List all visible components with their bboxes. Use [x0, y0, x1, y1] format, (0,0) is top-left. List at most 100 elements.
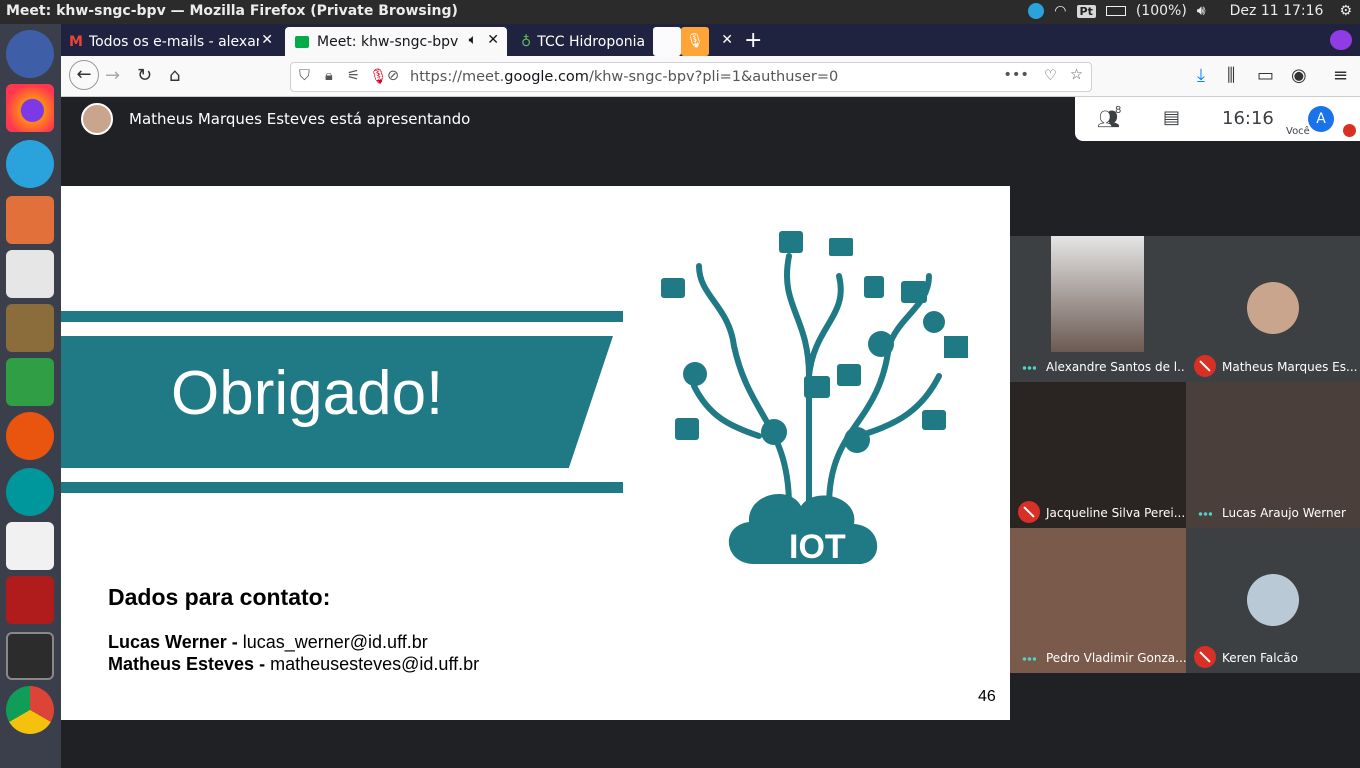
autoplay-blocked-icon[interactable]: ⊘	[387, 68, 399, 84]
lock-icon[interactable]: 🔒︎	[325, 68, 333, 84]
battery-text: (100%)	[1135, 3, 1187, 19]
private-browsing-icon	[1330, 30, 1352, 50]
firefox-sharing-icon	[653, 27, 681, 56]
app-icon[interactable]	[6, 412, 54, 460]
participant-name: Keren Falcão	[1222, 651, 1298, 665]
pocket-icon[interactable]: ♡	[1044, 68, 1057, 84]
contact-line: Matheus Esteves - matheusesteves@id.uff.…	[108, 653, 479, 675]
participant-name: Lucas Araujo Werner	[1222, 506, 1346, 520]
tab-label: Meet: khw-sngc-bpv	[317, 33, 459, 50]
iot-tree-graphic: IOT	[639, 226, 979, 586]
battery-icon[interactable]	[1105, 6, 1126, 16]
forward-button[interactable]: →	[105, 65, 120, 86]
os-top-bar: Meet: khw-sngc-bpv — Mozilla Firefox (Pr…	[0, 0, 1360, 24]
contact-name: Lucas Werner	[108, 632, 227, 652]
wifi-icon[interactable]: ◠	[1054, 3, 1066, 19]
speaking-indicator-icon	[1022, 366, 1036, 370]
arduino-icon[interactable]	[6, 468, 54, 516]
xfig-icon[interactable]	[6, 304, 54, 352]
contact-name: Matheus Esteves	[108, 654, 255, 674]
presenter-text: Matheus Marques Esteves está apresentand…	[129, 110, 471, 128]
chrome-icon[interactable]	[6, 686, 54, 734]
downloads-icon[interactable]: ⤓	[1197, 65, 1205, 86]
home-button[interactable]: ⌂	[169, 65, 180, 86]
close-tab-icon[interactable]: ✕	[721, 32, 733, 48]
tab-label: TCC Hidroponia -	[537, 33, 648, 50]
clock[interactable]: Dez 11 17:16	[1230, 3, 1324, 19]
audio-playing-icon[interactable]: 🔈︎	[469, 32, 477, 48]
back-button[interactable]: ←	[69, 60, 99, 90]
meet-call-view: Matheus Marques Esteves está apresentand…	[61, 97, 1360, 768]
terminal-icon[interactable]	[6, 632, 54, 680]
telegram-icon[interactable]	[6, 140, 54, 188]
participant-tile[interactable]: Matheus Marques Es...	[1186, 236, 1360, 382]
microphone-sharing-icon[interactable]: 🎙︎	[681, 27, 709, 56]
text-editor-icon[interactable]	[6, 250, 54, 298]
slide-page-number: 46	[978, 688, 996, 705]
reload-button[interactable]: ↻	[137, 65, 152, 86]
contact-separator: -	[226, 632, 243, 652]
system-menu-icon[interactable]: ⚙	[1339, 3, 1352, 19]
window-title: Meet: khw-sngc-bpv — Mozilla Firefox (Pr…	[6, 3, 458, 19]
self-avatar[interactable]: A	[1308, 106, 1334, 132]
account-icon[interactable]: ◉	[1291, 65, 1307, 86]
tab-tcc[interactable]: ♁ TCC Hidroponia - 🎙︎ ✕	[511, 27, 733, 56]
presentation-icon[interactable]	[6, 576, 54, 624]
tab-label: Todos os e-mails - alexan	[88, 33, 259, 50]
menu-icon[interactable]: ≡	[1333, 65, 1348, 86]
url-bar[interactable]: ⛉ 🔒︎ ⚟ 🎙︎ ⊘ https://meet.google.com/khw-…	[290, 62, 1092, 92]
keyboard-layout-indicator[interactable]: Pt	[1076, 4, 1096, 18]
tab-meet[interactable]: Meet: khw-sngc-bpv 🔈︎ ✕	[285, 27, 507, 56]
participant-tile[interactable]: Jacqueline Silva Perei...	[1010, 382, 1186, 528]
spreadsheet-icon[interactable]	[6, 358, 54, 406]
contact-separator: -	[254, 654, 271, 674]
mic-off-icon	[1018, 501, 1040, 523]
app-launcher	[0, 24, 61, 768]
sidebar-icon[interactable]: ▭	[1257, 65, 1274, 86]
ubuntu-dash-icon[interactable]	[6, 30, 54, 78]
tab-gmail[interactable]: M Todos os e-mails - alexan ✕	[61, 27, 281, 56]
tex-icon[interactable]	[6, 522, 54, 570]
participant-name: Pedro Vladimir Gonza...	[1046, 651, 1186, 665]
shield-icon[interactable]: ⛉	[299, 68, 310, 84]
chat-icon[interactable]: ▤	[1163, 107, 1180, 128]
slide-title: Obrigado!	[171, 359, 444, 428]
close-tab-icon[interactable]: ✕	[487, 32, 499, 48]
speaking-indicator-icon	[1022, 657, 1036, 661]
telegram-tray-icon[interactable]	[1028, 3, 1045, 19]
participant-tile[interactable]: Alexandre Santos de l...	[1010, 236, 1186, 382]
microphone-permission-icon[interactable]: 🎙︎	[369, 68, 387, 85]
slide-banner-top-stripe	[61, 311, 623, 322]
gmail-icon: M	[69, 33, 83, 50]
participant-name: Jacqueline Silva Perei...	[1046, 506, 1186, 520]
participant-avatar	[1247, 282, 1299, 334]
page-actions-icon[interactable]: •••	[1003, 67, 1029, 83]
participant-name: Matheus Marques Es...	[1222, 360, 1358, 374]
new-tab-button[interactable]: +	[744, 28, 762, 53]
volume-icon[interactable]: 🔊︎	[1197, 3, 1206, 19]
hydroponics-icon: ♁	[521, 33, 532, 50]
self-muted-icon	[1343, 124, 1356, 137]
meet-icon	[295, 35, 309, 48]
library-icon[interactable]: ⫼	[1227, 65, 1235, 86]
url-text[interactable]: https://meet.google.com/khw-sngc-bpv?pli…	[410, 69, 838, 85]
participant-name: Alexandre Santos de l...	[1046, 360, 1186, 374]
iot-label: IOT	[789, 528, 846, 566]
tab-strip: M Todos os e-mails - alexan ✕ Meet: khw-…	[61, 24, 1360, 56]
permissions-icon[interactable]: ⚟	[347, 68, 360, 84]
firefox-icon[interactable]	[6, 84, 54, 132]
contact-heading: Dados para contato:	[108, 584, 331, 610]
participant-tile[interactable]: Pedro Vladimir Gonza...	[1010, 528, 1186, 673]
participants-count: 8	[1115, 105, 1122, 116]
participant-tile[interactable]: Keren Falcão	[1186, 528, 1360, 673]
close-tab-icon[interactable]: ✕	[261, 32, 273, 48]
presentation-slide: Obrigado! IOT Dados para contato: Lucas …	[61, 186, 1010, 720]
participant-tile[interactable]: Lucas Araujo Werner	[1186, 382, 1360, 528]
files-icon[interactable]	[6, 196, 54, 244]
speaking-indicator-icon	[1198, 512, 1212, 516]
bookmark-star-icon[interactable]: ☆	[1070, 67, 1083, 83]
presenter-avatar	[81, 103, 113, 135]
meet-info-panel: 👥︎ 8 ▤ 16:16 A Você	[1075, 97, 1360, 141]
contact-line: Lucas Werner - lucas_werner@id.uff.br	[108, 631, 479, 653]
contact-email: matheusesteves@id.uff.br	[270, 654, 480, 674]
